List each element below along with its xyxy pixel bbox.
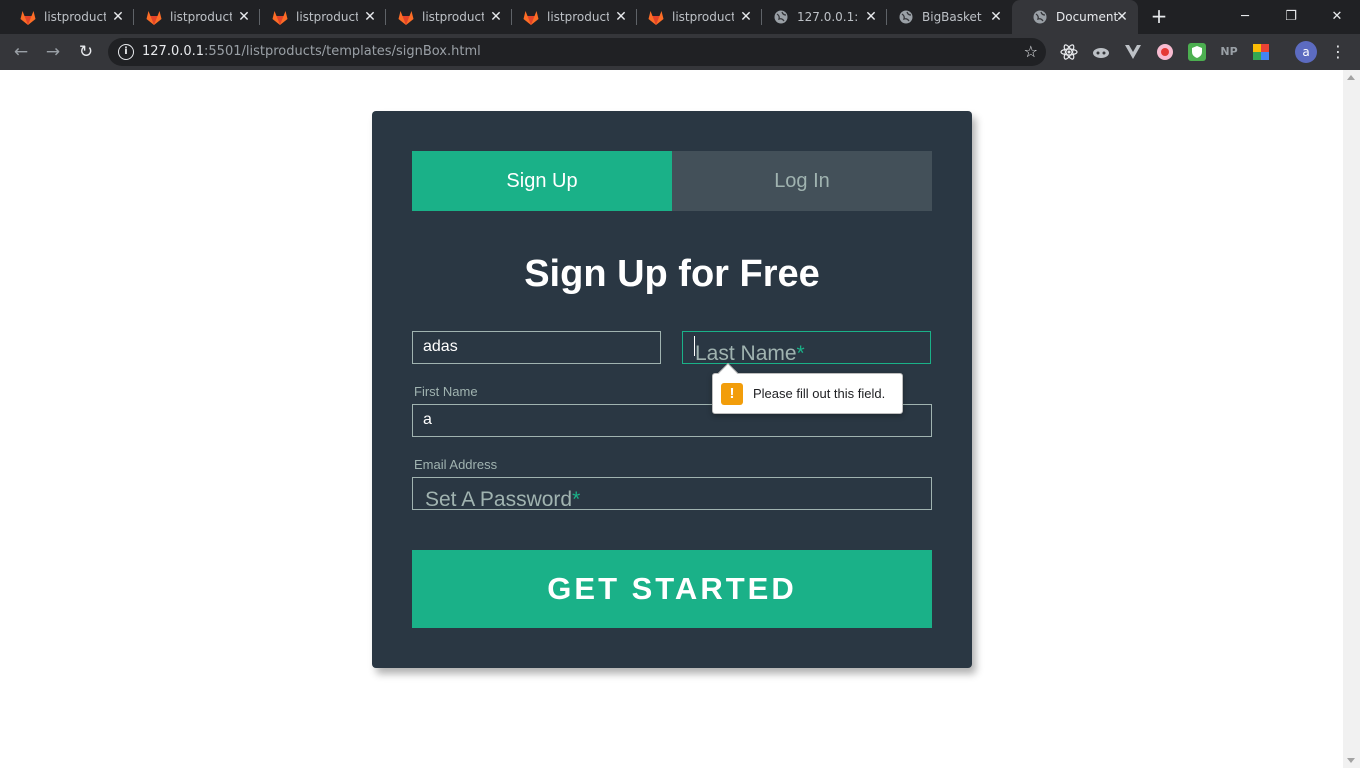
close-tab-icon[interactable]: ✕ [613,9,629,25]
tab-title: listproducts [170,10,232,24]
password-placeholder: Set A Password* [425,488,581,511]
gitlab-icon [272,9,288,25]
tab-title: listproducts [672,10,734,24]
tab-sign-up[interactable]: Sign Up [412,151,672,211]
tab-title: BigBasket C [922,10,984,24]
browser-tab[interactable]: listproducts ✕ [503,0,637,34]
site-info-icon[interactable]: i [118,44,134,60]
page-viewport: Sign Up Log In Sign Up for Free adas Las… [0,70,1360,768]
browser-tab[interactable]: listproducts ✕ [126,0,260,34]
required-asterisk: * [572,488,581,511]
globe-icon [773,9,789,25]
forward-arrow-icon[interactable]: → [41,40,65,64]
last-name-input[interactable]: Last Name* [682,331,931,365]
profile-avatar[interactable]: a [1295,41,1317,63]
tab-title: listproducts [296,10,358,24]
globe-icon [1032,9,1048,25]
required-asterisk: * [796,342,805,365]
vue-icon[interactable] [1124,43,1142,61]
new-tab-button[interactable]: + [1148,5,1170,27]
shield-icon[interactable] [1188,43,1206,61]
first-name-value: adas [423,338,458,355]
last-name-placeholder: Last Name* [695,342,805,365]
browser-tab[interactable]: listproducts ✕ [0,0,134,34]
close-tab-icon[interactable]: ✕ [988,9,1004,25]
record-icon[interactable] [1156,43,1174,61]
reload-icon[interactable]: ↻ [74,40,98,64]
tab-title: listproducts [547,10,609,24]
tab-log-in[interactable]: Log In [672,151,932,211]
get-started-button[interactable]: GET STARTED [412,550,932,628]
close-tab-icon[interactable]: ✕ [362,9,378,25]
url-host: 127.0.0.1 [142,44,205,59]
palette-icon[interactable] [1252,43,1270,61]
browser-tab-strip: listproducts ✕ listproducts ✕ listproduc… [0,0,1360,34]
close-tab-icon[interactable]: ✕ [1114,9,1130,25]
close-tab-icon[interactable]: ✕ [110,9,126,25]
browser-tab[interactable]: BigBasket C ✕ [878,0,1012,34]
warning-icon: ! [721,383,743,405]
validation-tooltip: ! Please fill out this field. [712,363,903,414]
gitlab-icon [523,9,539,25]
close-tab-icon[interactable]: ✕ [236,9,252,25]
minimize-icon[interactable]: ─ [1222,0,1268,32]
np-extension-icon[interactable]: NP [1220,43,1238,61]
back-arrow-icon[interactable]: ← [9,40,33,64]
tab-title: listproducts [44,10,106,24]
first-name-input[interactable]: adas [412,331,661,364]
tab-title: Document [1056,10,1118,24]
tab-title: listproducts [422,10,484,24]
vertical-scrollbar[interactable] [1343,70,1360,768]
first-name-label: First Name [414,384,478,399]
restore-icon[interactable]: ❐ [1268,0,1314,32]
browser-tab[interactable]: listproducts ✕ [252,0,386,34]
url-text[interactable]: 127.0.0.1:5501/listproducts/templates/si… [142,44,481,59]
gitlab-icon [648,9,664,25]
email-value: a [423,411,432,428]
react-icon[interactable] [1060,43,1078,61]
window-close-icon[interactable]: ✕ [1314,0,1360,32]
browser-toolbar: ← → ↻ i 127.0.0.1:5501/listproducts/temp… [0,34,1360,70]
bookmark-star-icon[interactable]: ☆ [1024,42,1038,61]
cloud-icon[interactable] [1092,43,1110,61]
gitlab-icon [20,9,36,25]
kebab-menu-icon[interactable]: ⋮ [1330,41,1346,63]
browser-tab[interactable]: listproducts ✕ [628,0,762,34]
gitlab-icon [398,9,414,25]
scroll-down-arrow-icon[interactable] [1347,758,1355,763]
password-input[interactable]: Set A Password* [412,477,932,511]
validation-message: Please fill out this field. [753,386,886,401]
email-label: Email Address [414,457,498,472]
browser-tab[interactable]: listproducts ✕ [378,0,512,34]
gitlab-icon [146,9,162,25]
tab-title: 127.0.0.1:55 [797,10,859,24]
close-tab-icon[interactable]: ✕ [738,9,754,25]
close-tab-icon[interactable]: ✕ [863,9,879,25]
globe-icon [898,9,914,25]
scroll-up-arrow-icon[interactable] [1347,75,1355,80]
browser-tab[interactable]: 127.0.0.1:55 ✕ [753,0,887,34]
address-bar[interactable]: i 127.0.0.1:5501/listproducts/templates/… [108,38,1046,66]
close-tab-icon[interactable]: ✕ [488,9,504,25]
form-heading: Sign Up for Free [524,253,820,295]
browser-tab-active[interactable]: Document ✕ [1012,0,1138,34]
url-path: :5501/listproducts/templates/signBox.htm… [204,44,481,59]
